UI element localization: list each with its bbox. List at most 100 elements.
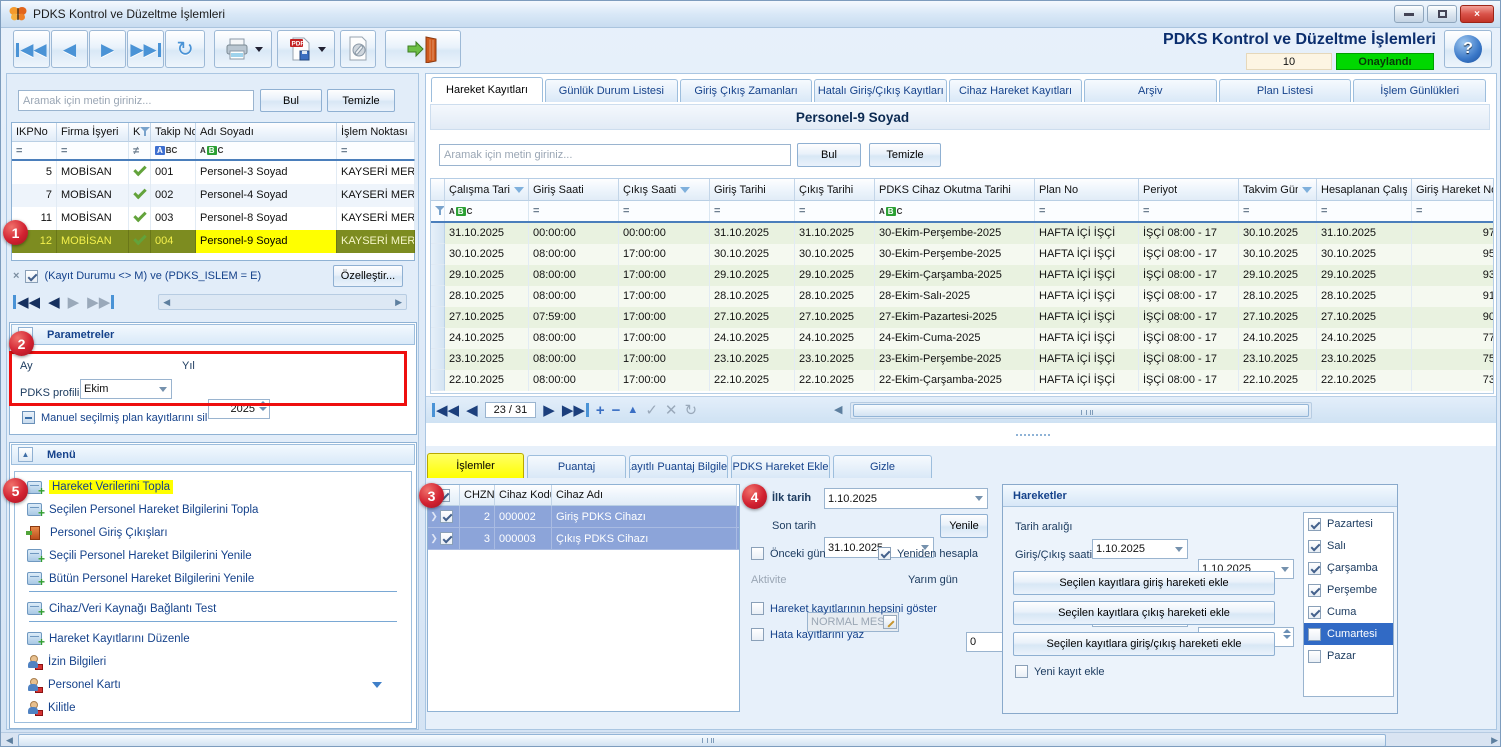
previous-record-button[interactable]: ◀ xyxy=(51,30,88,68)
month-select[interactable]: Ekim xyxy=(80,379,172,399)
day-item-ar-amba[interactable]: Çarşamba xyxy=(1304,557,1393,579)
column-header-giri-tarihi[interactable]: Giriş Tarihi xyxy=(710,179,795,201)
filter-cell[interactable]: = xyxy=(795,201,875,221)
device-select-cell[interactable]: ❯ xyxy=(428,528,460,550)
edit-row-button[interactable]: ▲ xyxy=(627,405,638,416)
filter-type-icon[interactable]: = xyxy=(533,205,539,217)
filter-type-icon[interactable]: = xyxy=(1039,205,1045,217)
tab-pdks-hareket-ekle[interactable]: PDKS Hareket Ekle xyxy=(731,455,830,478)
column-header-firma-i-yeri[interactable]: Firma İşyeri xyxy=(57,123,129,142)
spinner-arrows-icon[interactable] xyxy=(259,401,267,411)
day-checkbox[interactable] xyxy=(1308,650,1321,663)
column-header-k-saati[interactable]: Çıkış Saati xyxy=(619,179,710,201)
filter-type-icon[interactable]: = xyxy=(799,205,805,217)
filter-type-icon[interactable]: = xyxy=(1243,205,1249,217)
first-record-button[interactable]: ◀◀ xyxy=(13,30,50,68)
row-indicator[interactable] xyxy=(431,265,445,286)
record-row[interactable]: 30.10.202508:00:0017:00:0030.10.202530.1… xyxy=(431,244,1493,265)
day-item-per-embe[interactable]: Perşembe xyxy=(1304,579,1393,601)
print-preview-button[interactable] xyxy=(340,30,376,68)
filter-type-icon[interactable]: = xyxy=(714,205,720,217)
row-indicator[interactable] xyxy=(431,328,445,349)
help-button[interactable]: ? xyxy=(1444,30,1492,68)
filter-type-icon[interactable]: = xyxy=(341,145,347,157)
filter-type-icon[interactable]: ABC xyxy=(200,146,223,155)
column-header-pdks-cihaz-okutma-tarihi[interactable]: PDKS Cihaz Okutma Tarihi xyxy=(875,179,1035,201)
export-pdf-button[interactable]: PDF xyxy=(277,30,335,68)
column-header-ikpno[interactable]: IKPNo xyxy=(12,123,57,142)
record-row[interactable]: 22.10.202508:00:0017:00:0022.10.202522.1… xyxy=(431,370,1493,391)
record-row[interactable]: 24.10.202508:00:0017:00:0024.10.202524.1… xyxy=(431,328,1493,349)
filter-type-icon[interactable]: = xyxy=(61,145,67,157)
scroll-left-icon[interactable]: ◀ xyxy=(6,735,13,746)
date-from-select[interactable]: 1.10.2025 xyxy=(1092,539,1188,559)
column-header-plan-no[interactable]: Plan No xyxy=(1035,179,1139,201)
menu-item-b-t-n-personel-hareket-bilgilerini-yenile[interactable]: Bütün Personel Hareket Bilgilerini Yenil… xyxy=(27,572,254,585)
record-row[interactable]: 28.10.202508:00:0017:00:0028.10.202528.1… xyxy=(431,286,1493,307)
parameters-header[interactable]: ▲ Parametreler xyxy=(11,324,415,345)
edit-icon[interactable] xyxy=(883,615,897,629)
tab-ar-iv[interactable]: Arşiv xyxy=(1084,79,1217,102)
day-checkbox[interactable] xyxy=(1308,628,1321,641)
refresh-button[interactable]: ↻ xyxy=(165,30,205,68)
row-indicator[interactable] xyxy=(431,349,445,370)
filter-cell[interactable]: = xyxy=(57,142,129,159)
day-checkbox[interactable] xyxy=(1308,540,1321,553)
new-record-checkbox[interactable]: Yeni kayıt ekle xyxy=(1015,665,1105,678)
day-checkbox[interactable] xyxy=(1308,606,1321,619)
menu-item-kilitle[interactable]: Kilitle xyxy=(27,701,75,715)
last-record-button[interactable]: ▶▶ xyxy=(127,30,164,68)
column-header-hesaplanan-al-ma[interactable]: Hesaplanan Çalışma xyxy=(1317,179,1412,201)
device-select-cell[interactable]: ❯ xyxy=(428,506,460,528)
filter-type-icon[interactable]: = xyxy=(1143,205,1149,217)
device-checkbox[interactable] xyxy=(440,532,453,545)
device-row[interactable]: ❯2000002Giriş PDKS Cihazı xyxy=(428,506,739,528)
personnel-row[interactable]: 5MOBİSAN001Personel-3 SoyadKAYSERİ MERI xyxy=(12,161,414,184)
column-header-takvim-g-n[interactable]: Takvim Günü xyxy=(1239,179,1317,201)
tab-kay-tl-puantaj-bilgileri[interactable]: Kayıtlı Puantaj Bilgileri xyxy=(629,455,728,478)
filter-cell[interactable]: ABC xyxy=(151,142,196,159)
personnel-row[interactable]: 12MOBİSAN004Personel-9 SoyadKAYSERİ MERİ xyxy=(12,230,414,253)
personnel-grid-hscrollbar[interactable]: ◀▶ xyxy=(158,294,407,310)
records-clear-button[interactable]: Temizle xyxy=(869,143,941,167)
filter-cell[interactable]: = xyxy=(1035,201,1139,221)
tab-i-lemler[interactable]: İşlemler xyxy=(427,453,524,478)
year-stepper[interactable]: 2025 xyxy=(208,399,270,419)
next-record-button[interactable]: ▶ xyxy=(89,30,126,68)
tab-gizle[interactable]: Gizle xyxy=(833,455,932,478)
window-hscrollbar[interactable]: ◀ ▶ xyxy=(1,732,1501,747)
filter-type-icon[interactable]: = xyxy=(623,205,629,217)
column-header-i-lem-noktas[interactable]: İşlem Noktası xyxy=(337,123,415,142)
filter-cell[interactable]: = xyxy=(337,142,415,159)
cancel-edit-button[interactable]: ✕ xyxy=(665,403,678,418)
menu-item-hareket-verilerini-topla[interactable]: Hareket Verilerini Topla xyxy=(27,480,173,494)
row-expander-icon[interactable]: ❯ xyxy=(428,533,440,544)
write-errors-checkbox[interactable]: Hata kayıtlarını yaz xyxy=(751,628,864,641)
records-grid-hscrollbar[interactable] xyxy=(850,402,1312,419)
row-indicator[interactable] xyxy=(431,307,445,328)
column-header-cihaz-ad[interactable]: Cihaz Adı xyxy=(552,485,737,506)
append-row-button[interactable]: + xyxy=(596,403,605,418)
maximize-button[interactable] xyxy=(1427,5,1457,23)
filter-cell[interactable]: ≠ xyxy=(129,142,151,159)
record-row[interactable]: 29.10.202508:00:0017:00:0029.10.202529.1… xyxy=(431,265,1493,286)
tab-cihaz-hareket-kay-tlar[interactable]: Cihaz Hareket Kayıtları xyxy=(949,79,1082,102)
filter-cell[interactable]: = xyxy=(710,201,795,221)
personnel-row[interactable]: 11MOBİSAN003Personel-8 SoyadKAYSERİ MERI xyxy=(12,207,414,230)
filter-cell[interactable]: ABC xyxy=(196,142,337,159)
filter-cell[interactable]: = xyxy=(1412,201,1494,221)
row-indicator[interactable] xyxy=(431,370,445,391)
first-date-select[interactable]: 1.10.2025 xyxy=(824,488,988,509)
add-exit-movement-button[interactable]: Seçilen kayıtlara çıkış hareketi ekle xyxy=(1013,601,1275,625)
row-indicator[interactable] xyxy=(431,223,445,244)
record-row[interactable]: 23.10.202508:00:0017:00:0023.10.202523.1… xyxy=(431,349,1493,370)
personnel-clear-button[interactable]: Temizle xyxy=(327,89,395,112)
print-button[interactable] xyxy=(214,30,272,68)
day-item-cuma[interactable]: Cuma xyxy=(1304,601,1393,623)
delete-row-button[interactable]: − xyxy=(612,403,621,418)
column-header-takip-no[interactable]: Takip No xyxy=(151,123,196,142)
tab-puantaj[interactable]: Puantaj xyxy=(527,455,626,478)
day-item-pazar[interactable]: Pazar xyxy=(1304,645,1393,667)
records-search-input[interactable] xyxy=(439,144,791,166)
row-indicator[interactable] xyxy=(431,286,445,307)
